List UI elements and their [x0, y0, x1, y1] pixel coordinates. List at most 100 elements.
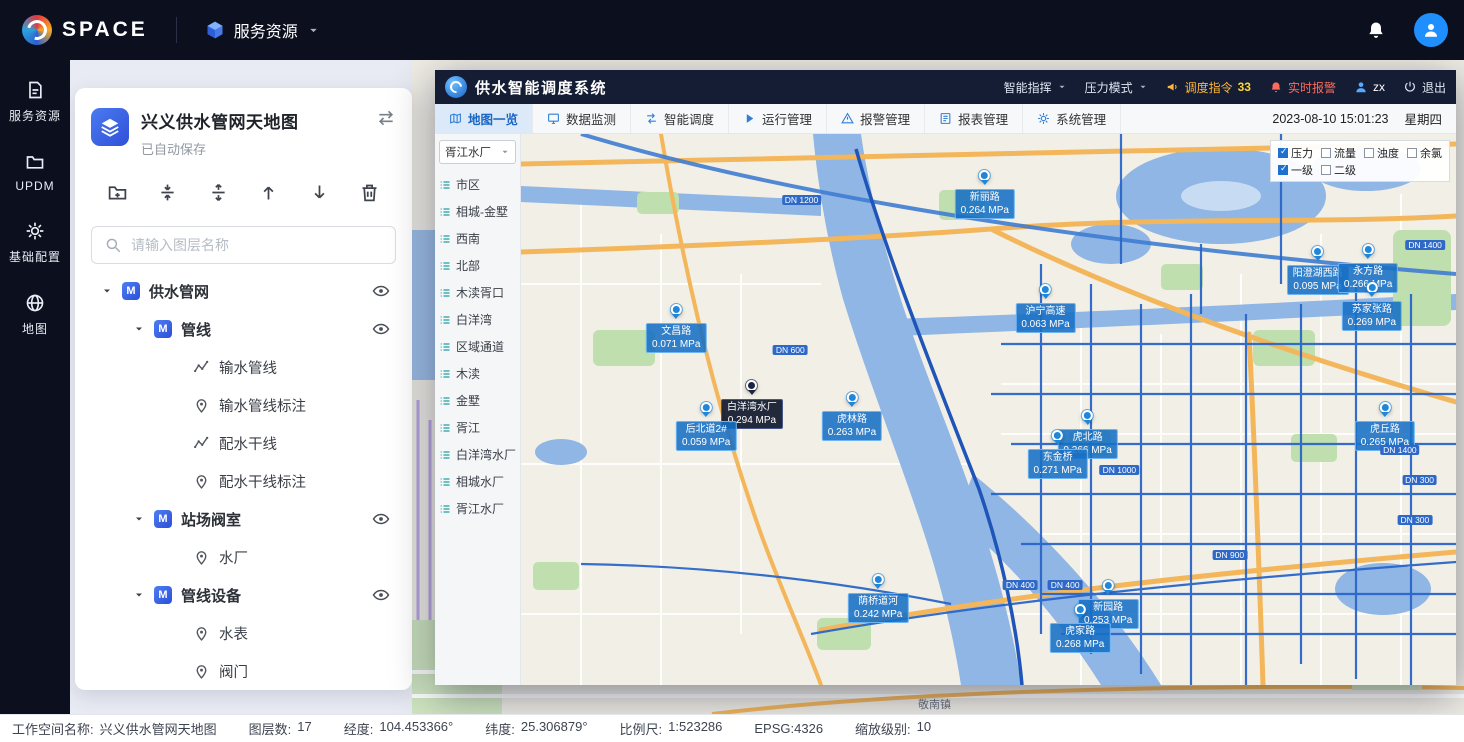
sidebar-item-基础配置[interactable]: 基础配置 [9, 221, 61, 265]
logout-button[interactable]: 退出 [1403, 79, 1446, 96]
checkbox-icon[interactable] [1321, 165, 1331, 175]
expand-vertical-button[interactable] [200, 174, 236, 210]
marker-label: 沪宁高速0.063 MPa [1015, 303, 1075, 333]
caret-down-icon[interactable] [133, 323, 145, 335]
legend-item-流量[interactable]: 流量 [1321, 145, 1356, 161]
tree-item-label: 配水干线 [219, 433, 277, 454]
tree-item-配水干线[interactable]: 配水干线 [91, 424, 396, 462]
pressure-marker-新丽路[interactable]: 新丽路0.264 MPa [955, 170, 1015, 219]
zone-list-icon [439, 368, 451, 380]
bell-icon[interactable] [1366, 20, 1386, 40]
tab-报表管理[interactable]: 报表管理 [925, 104, 1023, 133]
checkbox-icon[interactable] [1278, 148, 1288, 158]
tree-item-输水管线标注[interactable]: 输水管线标注 [91, 386, 396, 424]
pressure-marker-虎丘路[interactable]: 虎丘路0.265 MPa [1355, 402, 1415, 451]
legend-item-一级[interactable]: 一级 [1278, 162, 1313, 178]
tab-报警管理[interactable]: 报警管理 [827, 104, 925, 133]
folder-plus-button[interactable] [99, 174, 135, 210]
tab-系统管理[interactable]: 系统管理 [1023, 104, 1121, 133]
legend-item-浊度[interactable]: 浊度 [1364, 145, 1399, 161]
arrow-down-button[interactable] [301, 174, 337, 210]
user-menu[interactable]: zx [1354, 80, 1385, 94]
tab-地图一览[interactable]: 地图一览 [435, 104, 533, 133]
tree-item-配水干线标注[interactable]: 配水干线标注 [91, 462, 396, 500]
legend-item-压力[interactable]: 压力 [1278, 145, 1313, 161]
pressure-marker-文昌路[interactable]: 文昌路0.071 MPa [646, 304, 706, 353]
arrow-up-button[interactable] [251, 174, 287, 210]
checkbox-icon[interactable] [1407, 148, 1417, 158]
search-input[interactable] [131, 237, 383, 253]
sidebar-item-地图[interactable]: 地图 [22, 293, 48, 337]
pressure-marker-虎家路[interactable]: 虎家路0.268 MPa [1050, 604, 1110, 653]
tab-数据监测[interactable]: 数据监测 [533, 104, 631, 133]
zone-item-金墅[interactable]: 金墅 [439, 387, 516, 414]
checkbox-icon[interactable] [1321, 148, 1331, 158]
caret-down-icon[interactable] [133, 589, 145, 601]
status-item-5: EPSG:4326 [754, 721, 823, 736]
tab-运行管理[interactable]: 运行管理 [729, 104, 827, 133]
sidebar-item-服务资源[interactable]: 服务资源 [9, 80, 61, 124]
zone-item-白洋湾水厂[interactable]: 白洋湾水厂 [439, 441, 516, 468]
caret-down-icon[interactable] [133, 513, 145, 525]
zone-item-西南[interactable]: 西南 [439, 225, 516, 252]
zone-item-相城-金墅[interactable]: 相城-金墅 [439, 198, 516, 225]
status-label: 图层数: [249, 719, 292, 738]
tree-item-管线[interactable]: M管线 [91, 310, 396, 348]
tree-item-阀门[interactable]: 阀门 [91, 652, 396, 690]
swap-button[interactable] [376, 108, 396, 128]
pin-icon [193, 625, 210, 642]
checkbox-icon[interactable] [1278, 165, 1288, 175]
checkbox-icon[interactable] [1364, 148, 1374, 158]
zone-list-icon [439, 449, 451, 461]
legend-item-二级[interactable]: 二级 [1321, 162, 1356, 178]
pipe-label-8: DN 1000 [1100, 465, 1140, 475]
pressure-marker-荫桥道河[interactable]: 荫桥道河0.242 MPa [848, 574, 908, 623]
eye-icon[interactable] [372, 282, 390, 300]
zone-item-白洋湾[interactable]: 白洋湾 [439, 306, 516, 333]
pressure-marker-沪宁高速[interactable]: 沪宁高速0.063 MPa [1015, 284, 1075, 333]
map-area[interactable]: 新丽路0.264 MPa 阳澄湖西路0.095 MPa 永方路0.266 MPa… [521, 134, 1456, 685]
tree-item-水厂[interactable]: 水厂 [91, 538, 396, 576]
trash-button[interactable] [352, 174, 388, 210]
sidebar-item-UPDM[interactable]: UPDM [15, 152, 54, 193]
collapse-vertical-button[interactable] [150, 174, 186, 210]
eye-icon[interactable] [372, 320, 390, 338]
tree-item-供水管网[interactable]: M供水管网 [91, 272, 396, 310]
zone-item-北部[interactable]: 北部 [439, 252, 516, 279]
zone-item-区域通道[interactable]: 区域通道 [439, 333, 516, 360]
zone-item-胥江水厂[interactable]: 胥江水厂 [439, 495, 516, 522]
pressure-marker-后北道2#[interactable]: 后北道2#0.059 MPa [676, 402, 736, 451]
zone-item-市区[interactable]: 市区 [439, 171, 516, 198]
zone-list-icon [439, 206, 451, 218]
zone-item-木渎胥口[interactable]: 木渎胥口 [439, 279, 516, 306]
station-select[interactable]: 胥江水厂 [439, 140, 516, 164]
legend-item-余氯[interactable]: 余氯 [1407, 145, 1442, 161]
tree-item-水表[interactable]: 水表 [91, 614, 396, 652]
zone-item-相城水厂[interactable]: 相城水厂 [439, 468, 516, 495]
header-menu-智能指挥[interactable]: 智能指挥 [1004, 79, 1067, 96]
status-item-0: 工作空间名称:兴义供水管网天地图 [12, 719, 217, 738]
tab-智能调度[interactable]: 智能调度 [631, 104, 729, 133]
pressure-marker-苏家张路[interactable]: 苏家张路0.269 MPa [1342, 282, 1402, 331]
bg-place-label: 敬南镇 [918, 696, 951, 712]
tree-item-管线设备[interactable]: M管线设备 [91, 576, 396, 614]
dispatch-orders-button[interactable]: 调度指令 33 [1166, 79, 1251, 96]
eye-icon[interactable] [372, 510, 390, 528]
marker-label: 文昌路0.071 MPa [646, 323, 706, 353]
pressure-marker-东金桥[interactable]: 东金桥0.271 MPa [1028, 430, 1088, 479]
gear-icon [25, 221, 45, 241]
avatar[interactable] [1414, 13, 1448, 47]
zone-item-胥江[interactable]: 胥江 [439, 414, 516, 441]
pin-tip [1084, 420, 1092, 429]
nav-service-resources[interactable]: 服务资源 [205, 18, 320, 42]
realtime-alarm-button[interactable]: 实时报警 [1269, 79, 1336, 96]
tree-item-label: 配水干线标注 [219, 471, 306, 492]
zone-item-木渎[interactable]: 木渎 [439, 360, 516, 387]
tree-item-站场阀室[interactable]: M站场阀室 [91, 500, 396, 538]
pressure-marker-虎林路[interactable]: 虎林路0.263 MPa [822, 392, 882, 441]
app-sidebar: 服务资源 UPDM 基础配置 地图 [0, 60, 70, 714]
caret-down-icon[interactable] [101, 285, 113, 297]
header-menu-压力模式[interactable]: 压力模式 [1085, 79, 1148, 96]
tree-item-输水管线[interactable]: 输水管线 [91, 348, 396, 386]
eye-icon[interactable] [372, 586, 390, 604]
